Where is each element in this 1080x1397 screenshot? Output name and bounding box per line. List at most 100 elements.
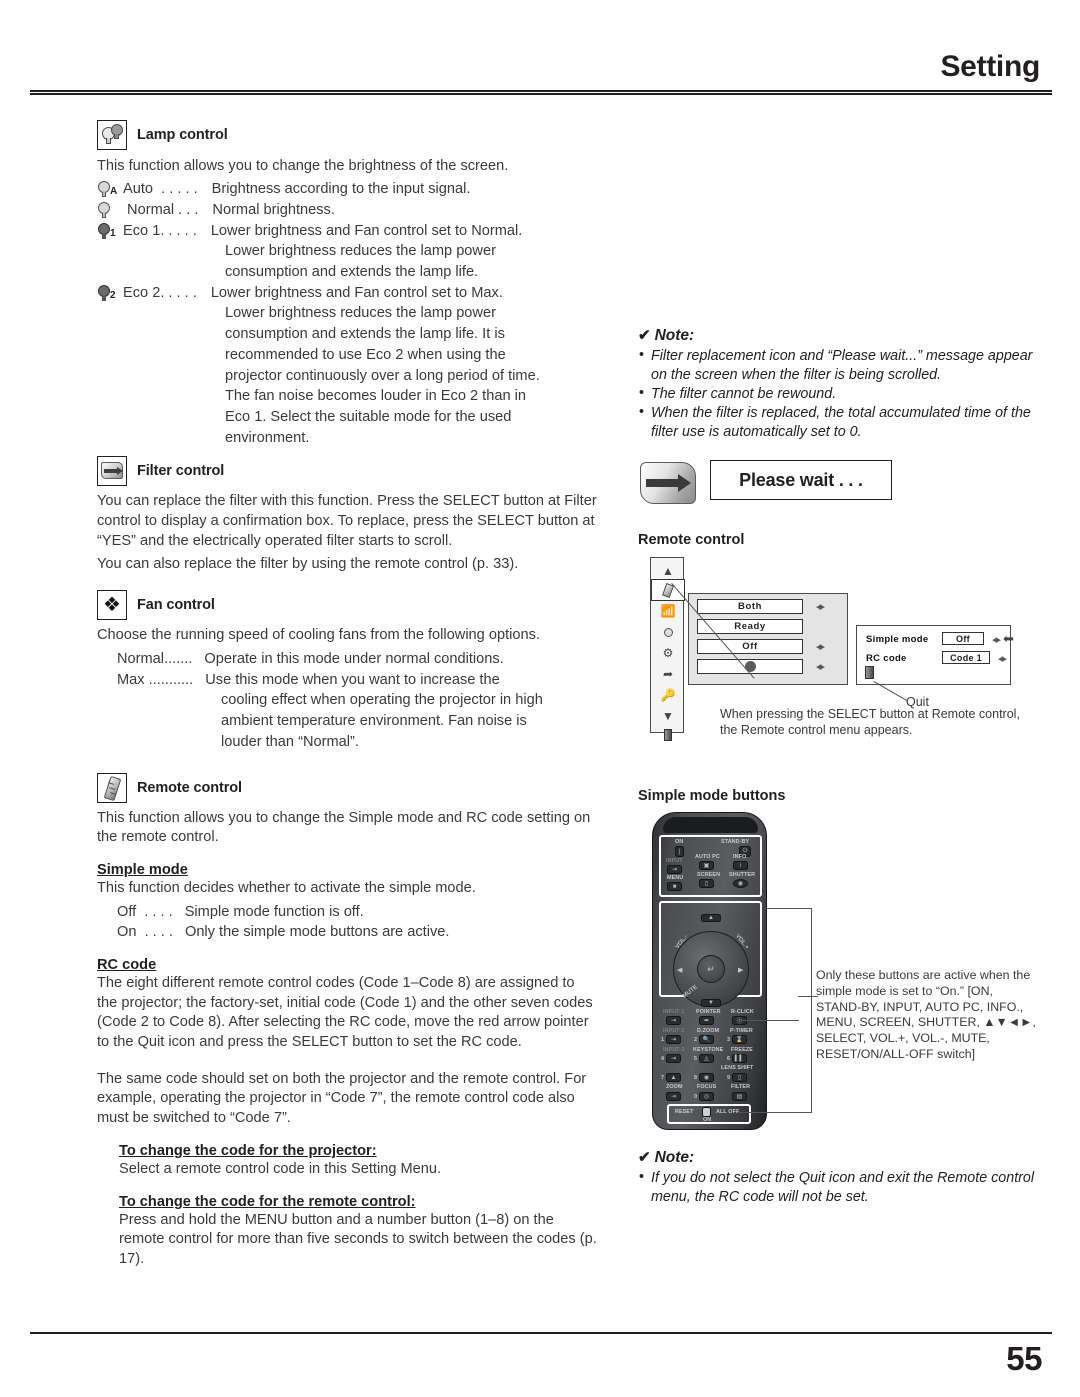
note-label: Note: bbox=[654, 1149, 695, 1166]
lamp-option-desc: Lower brightness and Fan control set to … bbox=[210, 284, 503, 301]
bulb-auto-icon: A bbox=[97, 179, 123, 200]
remote-control-icon[interactable] bbox=[651, 579, 685, 601]
filter-control-p2: You can also replace the filter by using… bbox=[97, 555, 519, 572]
focus-button[interactable]: ◎ bbox=[699, 1092, 714, 1101]
key7-button[interactable]: ▲ bbox=[666, 1073, 681, 1082]
info-button[interactable]: i bbox=[733, 861, 748, 870]
key-lock-icon[interactable]: 🔑 bbox=[651, 684, 685, 706]
lamp-option-term: Eco 2. . . . . bbox=[123, 284, 197, 301]
left-right-arrows-icon[interactable]: ◂▸ bbox=[987, 633, 1004, 646]
change-code-projector-text: Select a remote control code in this Set… bbox=[119, 1160, 442, 1177]
reset-on-alloff-switch[interactable] bbox=[702, 1107, 711, 1117]
fan-option-cont: cooling effect when operating the projec… bbox=[97, 690, 597, 711]
input3-button[interactable]: ⇥ bbox=[666, 1054, 681, 1063]
auto-pc-button[interactable]: ▣ bbox=[699, 861, 714, 870]
rc-field-value[interactable]: Both bbox=[697, 599, 803, 614]
label-standby: STAND-BY bbox=[721, 839, 750, 845]
note-block-filter: ✔ Note: Filter replacement icon and “Ple… bbox=[638, 326, 1038, 442]
label-screen: SCREEN bbox=[697, 872, 721, 878]
lamp-option-normal: Normal . . . Normal brightness. bbox=[97, 200, 597, 221]
change-code-remote-text: Press and hold the MENU button and a num… bbox=[119, 1211, 597, 1267]
left-right-arrows-icon[interactable]: ◂▸ bbox=[811, 640, 828, 653]
pointer-icon[interactable]: ➦ bbox=[651, 663, 685, 685]
fan-options-list: Normal....... Operate in this mode under… bbox=[97, 649, 597, 753]
filter-button[interactable]: ▤ bbox=[732, 1092, 747, 1101]
d-zoom-button[interactable]: 🔍 bbox=[699, 1035, 714, 1044]
note-item: When the filter is replaced, the total a… bbox=[638, 403, 1038, 442]
simple-mode-option-term: On . . . . bbox=[117, 924, 173, 941]
freeze-button[interactable]: ▍▍ bbox=[732, 1054, 747, 1063]
left-arrow-icon[interactable]: ◀ bbox=[677, 966, 682, 974]
pointer-button[interactable]: ➦ bbox=[699, 1016, 714, 1025]
rc-menu-caption: When pressing the SELECT button at Remot… bbox=[720, 707, 1020, 737]
left-right-arrows-icon[interactable]: ◂▸ bbox=[993, 652, 1010, 665]
label-input2: INPUT 2 bbox=[663, 1028, 685, 1034]
lamp-option-desc: Normal brightness. bbox=[212, 201, 335, 218]
fan-option-max: Max ........... Use this mode when you w… bbox=[97, 670, 597, 691]
note-items: If you do not select the Quit icon and e… bbox=[638, 1168, 1038, 1207]
select-button[interactable]: ↵ bbox=[697, 955, 725, 983]
left-right-arrows-icon[interactable]: ◂▸ bbox=[811, 600, 828, 613]
left-right-arrows-icon[interactable]: ◂▸ bbox=[811, 660, 828, 673]
lamp-options-list: A Auto . . . . . Brightness according to… bbox=[97, 179, 597, 448]
input2-button[interactable]: ⇥ bbox=[666, 1035, 681, 1044]
submenu-value-simple-mode[interactable]: Off bbox=[942, 632, 984, 645]
remote-illustration: ON STAND-BY | ⏻ INPUT AUTO PC INFO. ⇥ ▣ … bbox=[652, 812, 767, 1130]
fan-control-icon: ❖ bbox=[97, 590, 127, 621]
screen-button[interactable]: ▯ bbox=[699, 879, 714, 888]
lamp-option-cont-line: projector continuously over a long perio… bbox=[225, 367, 540, 384]
lamp-option-eco2-cont: The fan noise becomes louder in Eco 2 th… bbox=[97, 386, 597, 407]
lamp-control-icon bbox=[97, 120, 127, 150]
change-code-projector-heading: To change the code for the projector: bbox=[119, 1142, 377, 1159]
note-item: The filter cannot be rewound. bbox=[638, 384, 1038, 404]
label-reset: RESET bbox=[675, 1109, 694, 1115]
lamp-option-desc: Lower brightness and Fan control set to … bbox=[210, 222, 523, 239]
check-icon: ✔ bbox=[638, 1149, 651, 1166]
rc-code-p1: The eight different remote control codes… bbox=[97, 975, 593, 1051]
lamp-option-eco1-cont: Lower brightness reduces the lamp power bbox=[97, 241, 597, 262]
fan-control-title: Fan control bbox=[137, 597, 215, 614]
lamp-icon[interactable] bbox=[651, 621, 685, 643]
note-label: Note: bbox=[654, 327, 695, 344]
key8-button[interactable]: ◉ bbox=[699, 1073, 714, 1082]
ir-receiver-icon[interactable]: 📶 bbox=[651, 600, 685, 622]
menu-button[interactable]: ■ bbox=[667, 882, 682, 891]
submenu-value-rc-code[interactable]: Code 1 bbox=[942, 651, 990, 664]
quit-icon[interactable] bbox=[651, 724, 685, 746]
lamp-option-eco2-cont: projector continuously over a long perio… bbox=[97, 366, 597, 387]
lens-shift-button[interactable]: ▯ bbox=[732, 1073, 747, 1082]
key-number: 3 bbox=[727, 1037, 731, 1043]
up-button[interactable]: ▲ bbox=[701, 914, 721, 922]
left-column: Lamp control This function allows you to… bbox=[97, 118, 597, 1273]
rc-menu-main-panel: Both ◂▸ Ready Off ◂▸ ◂▸ bbox=[688, 593, 848, 685]
input-button[interactable]: ⇥ bbox=[667, 865, 682, 874]
keystone-button[interactable]: ◬ bbox=[699, 1054, 714, 1063]
key-number: 6 bbox=[727, 1056, 731, 1062]
callout-line-bottom bbox=[738, 1112, 799, 1114]
filter-icon[interactable]: ⚙ bbox=[651, 642, 685, 664]
right-arrow-icon[interactable]: ▶ bbox=[738, 966, 743, 974]
rc-menu-sidebar: ▲ 📶 ⚙ ➦ 🔑 ▼ bbox=[650, 557, 685, 741]
label-filter: FILTER bbox=[731, 1084, 751, 1090]
label-auto-pc: AUTO PC bbox=[695, 854, 720, 860]
shutter-button[interactable]: ◉ bbox=[733, 879, 748, 888]
quit-icon[interactable] bbox=[865, 666, 874, 679]
rc-field-value[interactable]: Off bbox=[697, 639, 803, 654]
filter-control-p1: You can replace the filter with this fun… bbox=[97, 493, 597, 549]
lamp-option-eco2-cont: environment. bbox=[97, 428, 597, 449]
fan-option-cont: louder than “Normal”. bbox=[97, 732, 597, 753]
down-button[interactable]: ▼ bbox=[701, 999, 721, 1007]
label-on-switch: ON bbox=[703, 1117, 712, 1123]
key-number: 4 bbox=[661, 1056, 665, 1062]
lamp-option-term: Eco 1. . . . . bbox=[123, 222, 197, 239]
on-button[interactable]: | bbox=[675, 846, 684, 857]
p-timer-button[interactable]: ⌛ bbox=[732, 1035, 747, 1044]
simple-mode-buttons-title: Simple mode buttons bbox=[638, 788, 786, 804]
simple-mode-option-desc: Simple mode function is off. bbox=[184, 903, 364, 920]
key-number: 5 bbox=[694, 1056, 698, 1062]
section-fan-control: ❖ Fan control bbox=[97, 590, 597, 621]
remote-control-intro: This function allows you to change the S… bbox=[97, 809, 591, 846]
zoom-button[interactable]: ⇥ bbox=[666, 1092, 681, 1101]
lamp-option-eco2-cont: recommended to use Eco 2 when using the bbox=[97, 345, 597, 366]
input1-button[interactable]: ⇥ bbox=[666, 1016, 681, 1025]
